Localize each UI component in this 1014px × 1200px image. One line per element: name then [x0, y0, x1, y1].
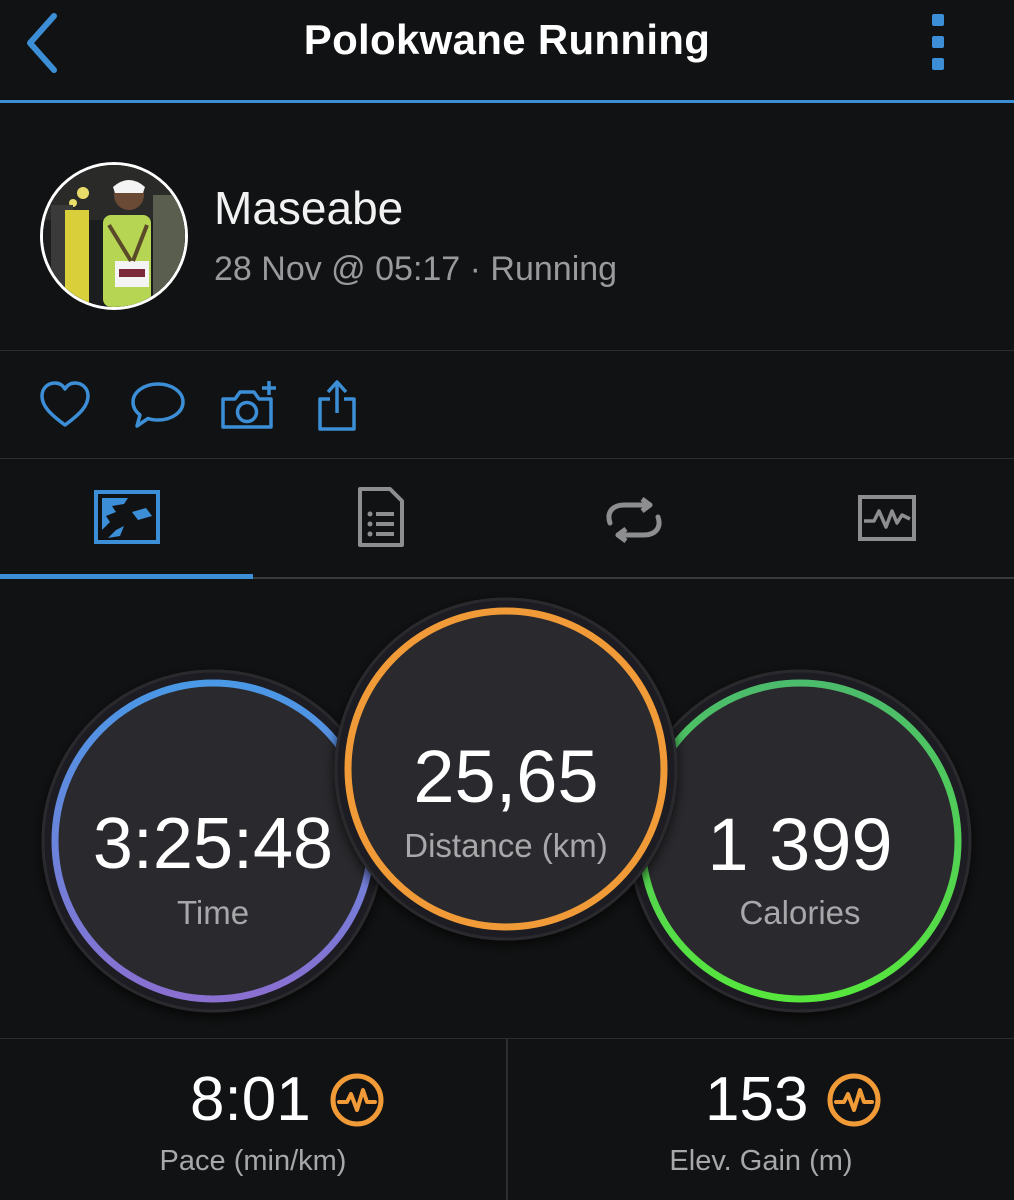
- tab-laps[interactable]: [506, 459, 759, 577]
- more-vertical-icon: [932, 14, 944, 70]
- share-button[interactable]: [316, 379, 370, 433]
- secondary-stats: 8:01 Pace (min/km) 153 Elev. Gain (m): [0, 1039, 1014, 1200]
- summary-stats: 3:25:48 Time 1 399 Calories 25,65 Distan…: [0, 580, 1014, 1039]
- user-name[interactable]: Maseabe: [214, 181, 403, 235]
- activity-tabs: [0, 459, 1014, 579]
- repeat-icon: [606, 497, 662, 543]
- time-value: 3:25:48: [92, 804, 334, 884]
- heart-rate-icon: [330, 1073, 384, 1127]
- activity-meta: 28 Nov @ 05:17 · Running: [214, 250, 618, 288]
- tab-details[interactable]: [253, 459, 506, 577]
- heart-icon: [40, 381, 90, 427]
- chart-icon: [858, 495, 916, 541]
- like-button[interactable]: [38, 379, 92, 433]
- add-photo-icon: [221, 381, 276, 429]
- action-bar: [0, 351, 1014, 459]
- map-icon: [94, 490, 160, 544]
- tab-map[interactable]: [0, 459, 253, 579]
- calories-label: Calories: [739, 894, 861, 931]
- elevation-label: Elev. Gain (m): [669, 1145, 853, 1177]
- add-photo-button[interactable]: [219, 379, 279, 433]
- calories-value: 1 399: [707, 803, 893, 886]
- more-menu-button[interactable]: [922, 12, 954, 72]
- time-label: Time: [176, 894, 250, 931]
- elevation-value: 153: [705, 1065, 809, 1134]
- app-header: Polokwane Running: [0, 0, 1014, 103]
- tab-charts[interactable]: [759, 459, 1012, 577]
- activity-profile: Maseabe 28 Nov @ 05:17 · Running: [0, 103, 1014, 351]
- avatar-photo: [43, 165, 185, 307]
- distance-label: Distance (km): [404, 827, 608, 864]
- avatar[interactable]: [40, 162, 188, 310]
- page-title: Polokwane Running: [303, 16, 711, 63]
- comment-icon: [131, 382, 185, 428]
- pace-value: 8:01: [190, 1065, 311, 1134]
- comment-button[interactable]: [130, 379, 185, 433]
- pace-label: Pace (min/km): [159, 1145, 347, 1177]
- heart-rate-icon: [827, 1073, 881, 1127]
- share-icon: [318, 380, 356, 431]
- document-list-icon: [358, 487, 404, 547]
- distance-value: 25,65: [413, 735, 599, 818]
